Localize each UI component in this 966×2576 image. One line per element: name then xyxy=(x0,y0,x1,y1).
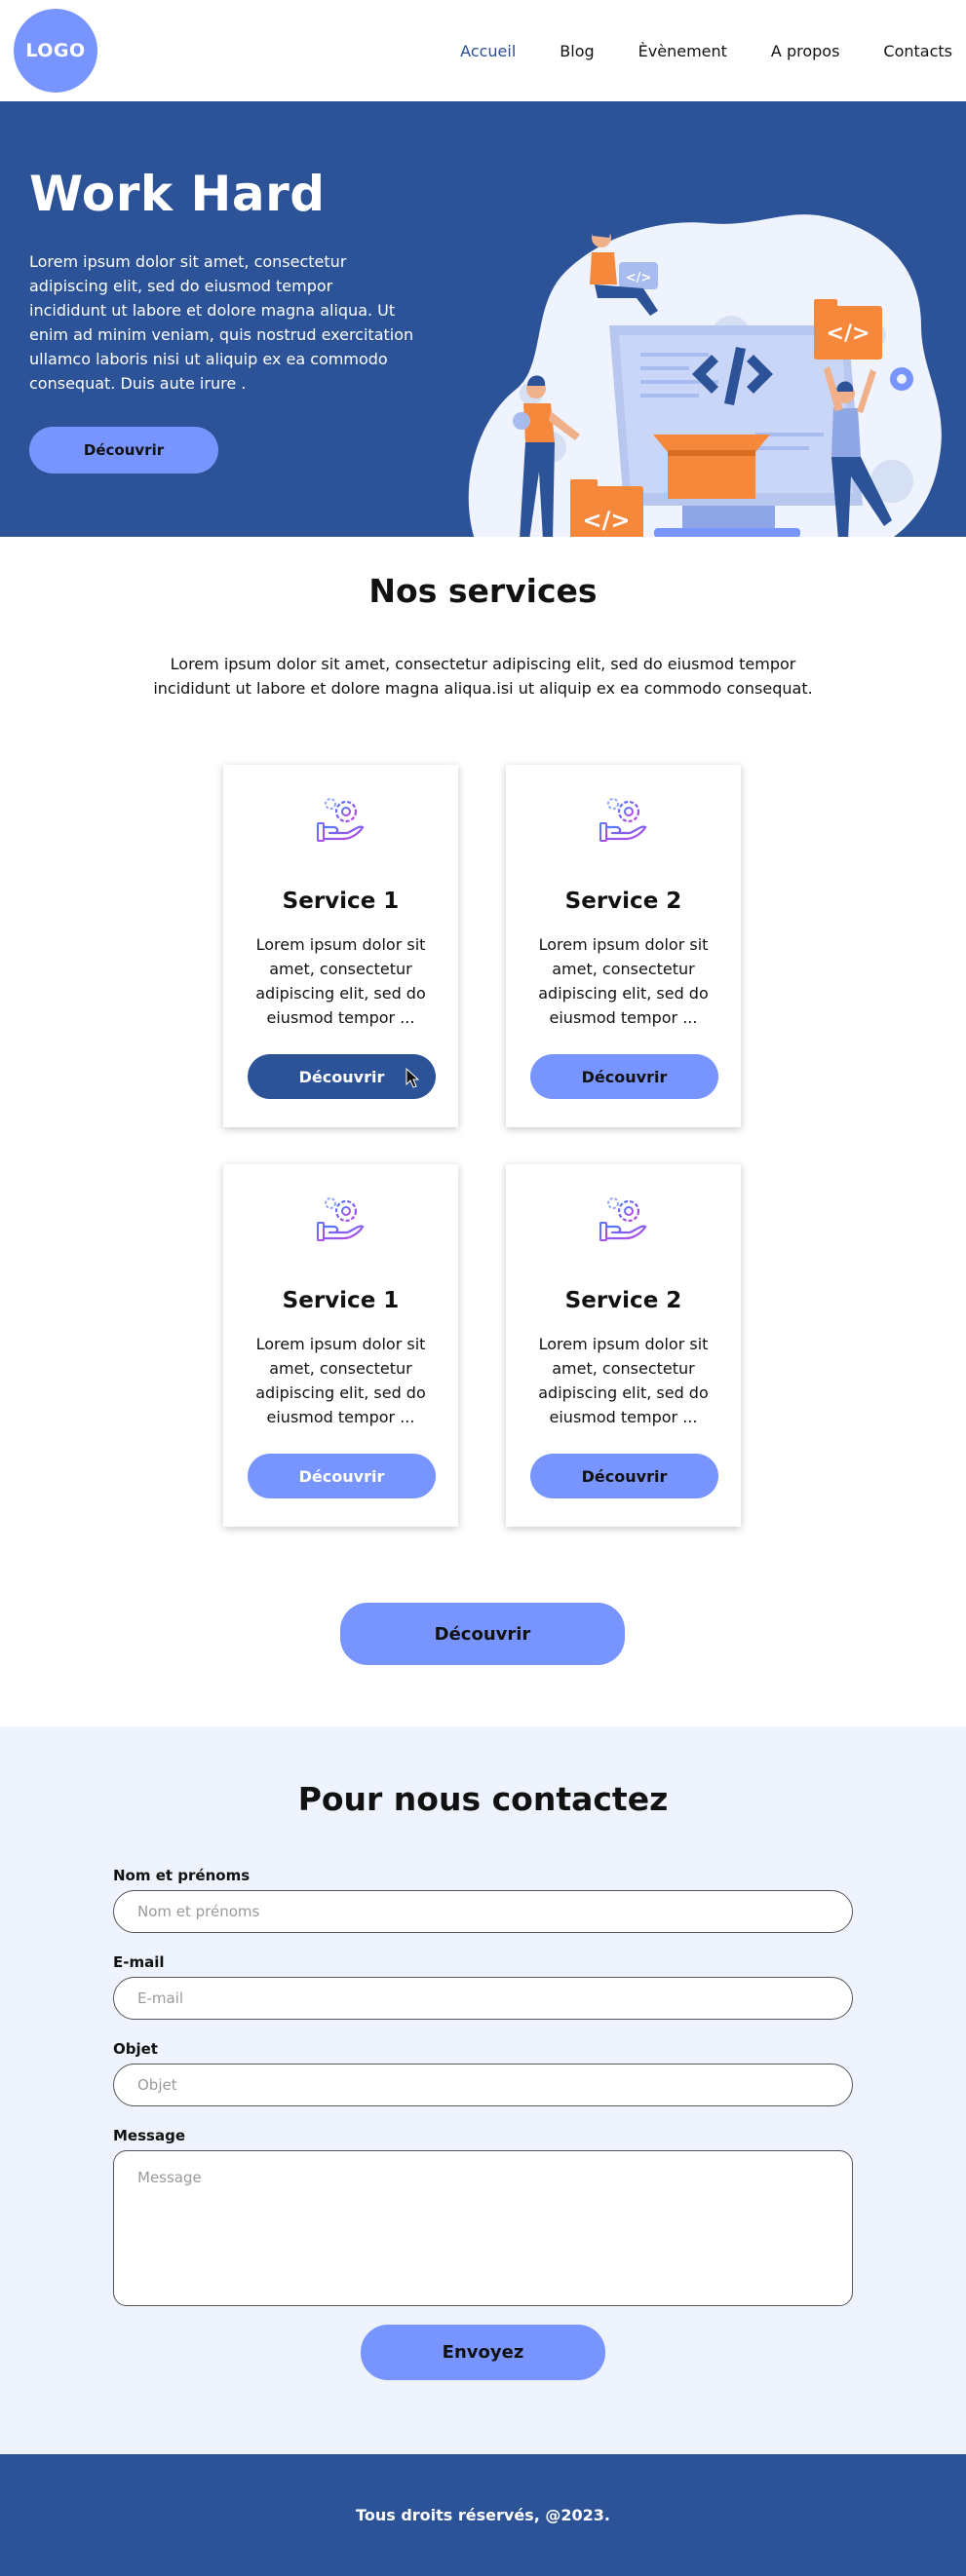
subject-label: Objet xyxy=(113,2040,158,2058)
services-section: Nos services Lorem ipsum dolor sit amet,… xyxy=(0,537,966,1726)
nav-item-blog[interactable]: Blog xyxy=(560,42,594,60)
gear-hand-icon xyxy=(599,1197,647,1241)
service-title: Service 1 xyxy=(282,889,400,914)
service-title: Service 1 xyxy=(282,1288,400,1313)
gear-hand-icon xyxy=(317,1197,365,1241)
email-label: E-mail xyxy=(113,1953,165,1971)
site-header: LOGO Accueil Blog Èvènement A propos Con… xyxy=(0,0,966,101)
nav-item-evenement[interactable]: Èvènement xyxy=(638,42,727,60)
services-discover-button[interactable]: Découvrir xyxy=(340,1603,625,1665)
hero-title: Work Hard xyxy=(29,166,326,222)
service-discover-button[interactable]: Découvrir xyxy=(530,1054,718,1099)
svg-text:</>: </> xyxy=(583,507,631,534)
gear-hand-icon xyxy=(599,798,647,842)
service-card: Service 1 Lorem ipsum dolor sit amet, co… xyxy=(223,1164,458,1527)
hero-text: Lorem ipsum dolor sit amet, consectetur … xyxy=(29,252,414,393)
service-title: Service 2 xyxy=(564,1288,682,1313)
copyright-text: Tous droits réservés, @2023. xyxy=(356,2506,610,2524)
service-discover-button[interactable]: Découvrir xyxy=(248,1454,436,1498)
services-description: Lorem ipsum dolor sit amet, consectetur … xyxy=(153,655,813,698)
nav-item-contacts[interactable]: Contacts xyxy=(883,42,952,60)
hero-discover-button[interactable]: Découvrir xyxy=(29,427,218,474)
service-button-label: Découvrir xyxy=(298,1067,385,1086)
cursor-icon xyxy=(406,1068,419,1088)
site-footer: Tous droits réservés, @2023. xyxy=(0,2454,966,2576)
subject-input[interactable] xyxy=(113,2064,853,2106)
message-textarea[interactable] xyxy=(113,2150,853,2306)
service-card: Service 2 Lorem ipsum dolor sit amet, co… xyxy=(506,1164,741,1527)
service-text: Lorem ipsum dolor sit amet, consectetur … xyxy=(538,1335,709,1426)
nav-item-a-propos[interactable]: A propos xyxy=(771,42,839,60)
svg-text:</>: </> xyxy=(827,322,870,346)
service-text: Lorem ipsum dolor sit amet, consectetur … xyxy=(255,935,426,1027)
name-label: Nom et prénoms xyxy=(113,1867,251,1884)
message-label: Message xyxy=(113,2127,185,2144)
svg-text:</>: </> xyxy=(626,271,652,285)
service-discover-button[interactable]: Découvrir xyxy=(248,1054,436,1099)
contact-section: Pour nous contactez Nom et prénoms E-mai… xyxy=(0,1726,966,2454)
main-nav: Accueil Blog Èvènement A propos Contacts xyxy=(416,42,952,60)
service-text: Lorem ipsum dolor sit amet, consectetur … xyxy=(255,1335,426,1426)
service-card: Service 2 Lorem ipsum dolor sit amet, co… xyxy=(506,765,741,1127)
service-text: Lorem ipsum dolor sit amet, consectetur … xyxy=(538,935,709,1027)
service-card: Service 1 Lorem ipsum dolor sit amet, co… xyxy=(223,765,458,1127)
contact-title: Pour nous contactez xyxy=(297,1780,669,1818)
nav-item-accueil[interactable]: Accueil xyxy=(460,42,516,60)
logo[interactable]: LOGO xyxy=(14,9,97,93)
send-button[interactable]: Envoyez xyxy=(361,2325,605,2380)
hero-section: Work Hard Lorem ipsum dolor sit amet, co… xyxy=(0,101,966,559)
name-input[interactable] xyxy=(113,1890,853,1933)
services-title: Nos services xyxy=(368,572,598,610)
service-discover-button[interactable]: Découvrir xyxy=(530,1454,718,1498)
service-title: Service 2 xyxy=(564,889,682,914)
email-input[interactable] xyxy=(113,1977,853,2020)
developer-illustration: </> </> </> xyxy=(463,214,947,559)
gear-hand-icon xyxy=(317,798,365,842)
